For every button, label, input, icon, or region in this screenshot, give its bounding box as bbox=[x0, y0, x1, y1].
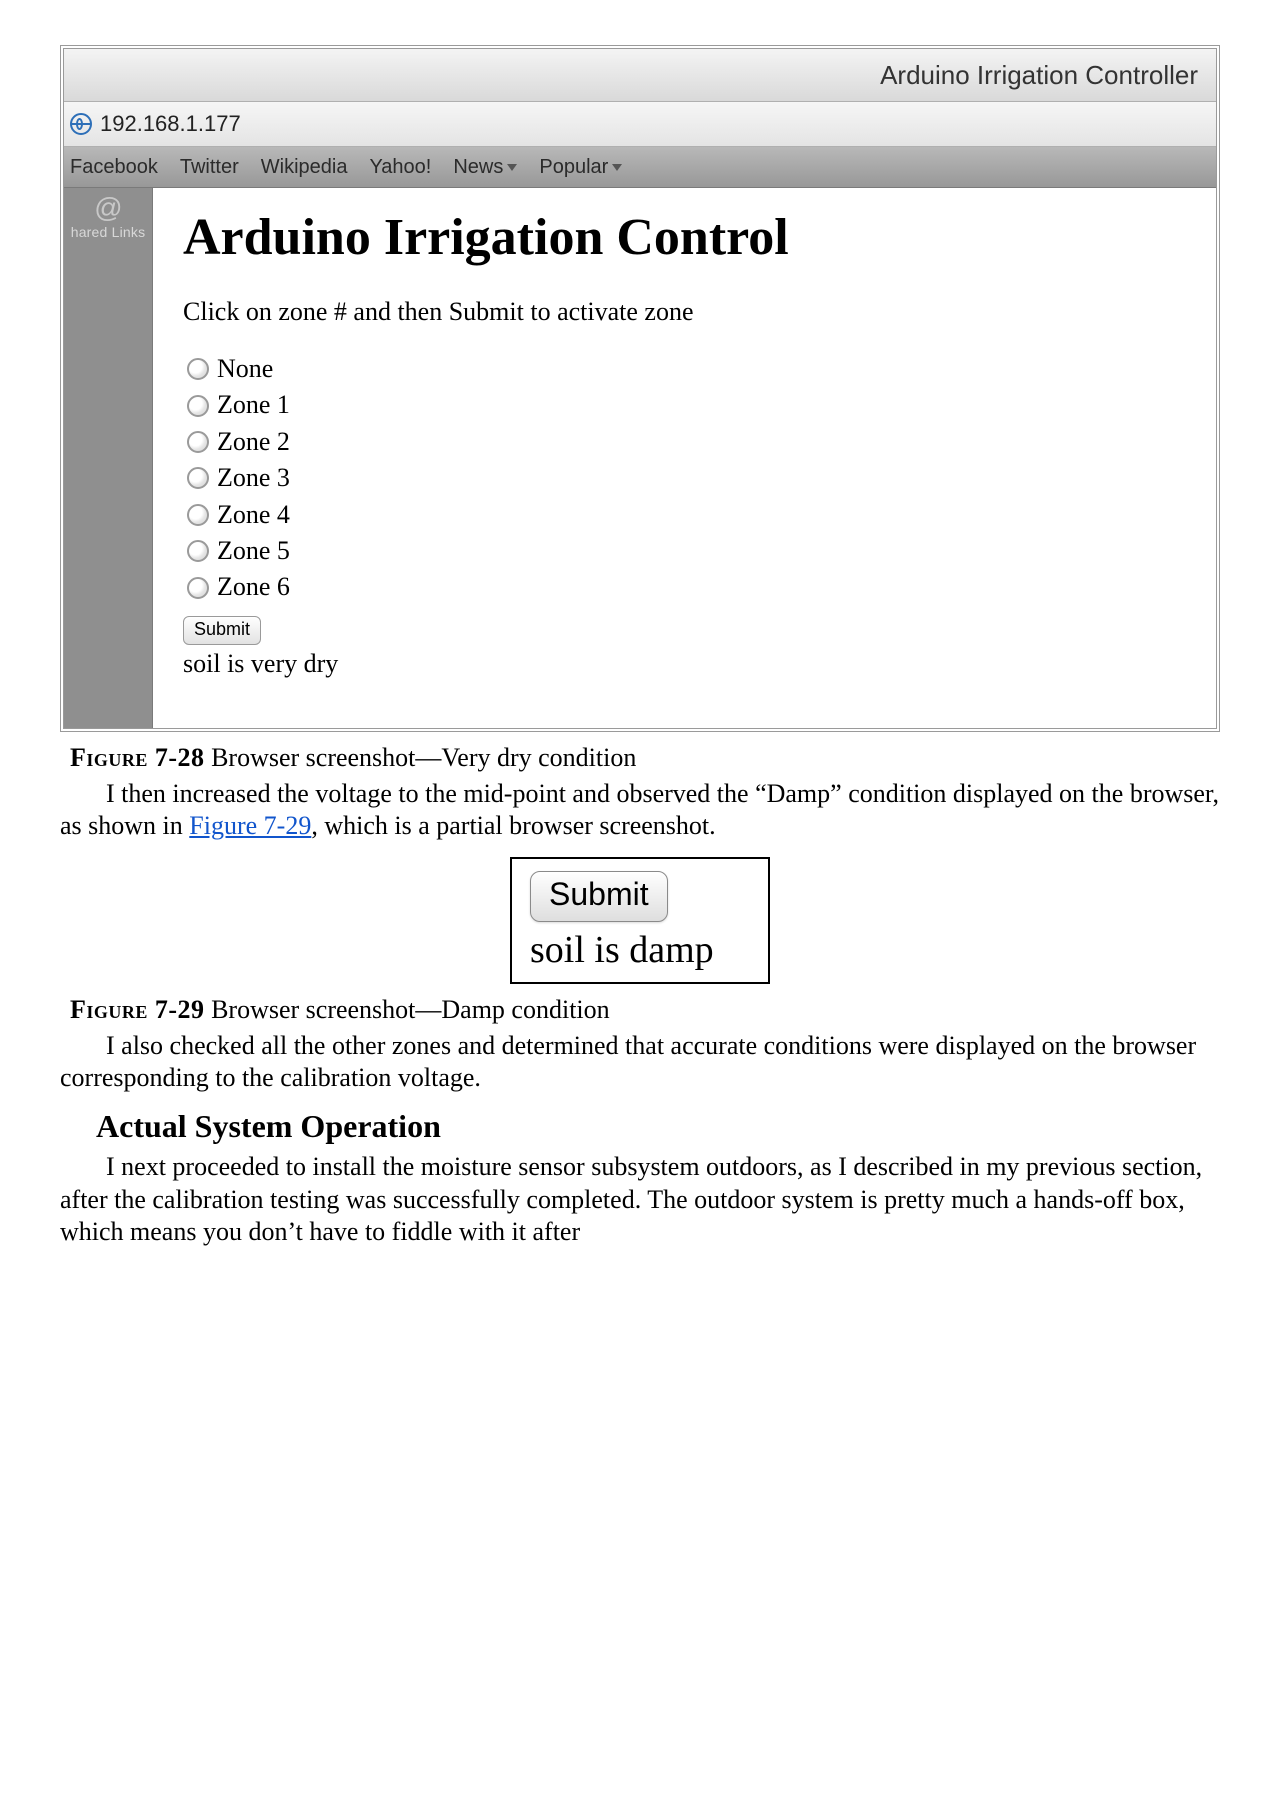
submit-button[interactable]: Submit bbox=[183, 616, 261, 645]
page-heading: Arduino Irrigation Control bbox=[183, 208, 1186, 267]
radio-icon bbox=[187, 395, 209, 417]
bookmark-news[interactable]: News bbox=[453, 156, 517, 179]
bookmark-yahoo[interactable]: Yahoo! bbox=[369, 156, 431, 179]
figure-7-28-caption: Figure 7-28 Browser screenshot—Very dry … bbox=[70, 742, 1220, 774]
zone-option-label: Zone 1 bbox=[217, 387, 290, 423]
zone-option-label: Zone 4 bbox=[217, 497, 290, 533]
zone-option-3[interactable]: Zone 3 bbox=[187, 460, 1186, 496]
zone-option-6[interactable]: Zone 6 bbox=[187, 569, 1186, 605]
at-icon: @ bbox=[94, 194, 122, 222]
zone-option-label: Zone 5 bbox=[217, 533, 290, 569]
radio-icon bbox=[187, 540, 209, 562]
zone-option-2[interactable]: Zone 2 bbox=[187, 424, 1186, 460]
radio-icon bbox=[187, 577, 209, 599]
soil-status-text: soil is very dry bbox=[183, 649, 1186, 679]
url-text: 192.168.1.177 bbox=[100, 111, 241, 137]
body-paragraph: I also checked all the other zones and d… bbox=[60, 1030, 1220, 1094]
bookmark-facebook[interactable]: Facebook bbox=[70, 156, 158, 179]
sidebar-shared-links-label: hared Links bbox=[71, 224, 146, 240]
figure-7-29-link[interactable]: Figure 7-29 bbox=[189, 811, 311, 840]
soil-status-text: soil is damp bbox=[530, 928, 758, 972]
bookmark-popular[interactable]: Popular bbox=[539, 156, 622, 179]
page-instruction: Click on zone # and then Submit to activ… bbox=[183, 297, 1186, 327]
bookmark-twitter[interactable]: Twitter bbox=[180, 156, 239, 179]
zone-option-4[interactable]: Zone 4 bbox=[187, 497, 1186, 533]
zone-option-label: Zone 3 bbox=[217, 460, 290, 496]
radio-icon bbox=[187, 431, 209, 453]
window-titlebar: Arduino Irrigation Controller bbox=[64, 49, 1216, 102]
address-bar[interactable]: 192.168.1.177 bbox=[64, 102, 1216, 147]
zone-option-label: Zone 6 bbox=[217, 569, 290, 605]
window-title: Arduino Irrigation Controller bbox=[880, 60, 1198, 91]
zone-option-1[interactable]: Zone 1 bbox=[187, 387, 1186, 423]
body-paragraph: I next proceeded to install the moisture… bbox=[60, 1151, 1220, 1248]
zone-option-label: None bbox=[217, 351, 273, 387]
radio-icon bbox=[187, 504, 209, 526]
bookmark-wikipedia[interactable]: Wikipedia bbox=[261, 156, 348, 179]
section-heading-actual-system-operation: Actual System Operation bbox=[96, 1108, 1220, 1145]
figure-7-29-partial-screenshot: Submit soil is damp bbox=[510, 857, 770, 984]
figure-7-28-browser-window: Arduino Irrigation Controller 192.168.1.… bbox=[60, 45, 1220, 732]
bookmarks-bar: Facebook Twitter Wikipedia Yahoo! News P… bbox=[64, 147, 1216, 188]
chevron-down-icon bbox=[507, 164, 517, 171]
zone-option-5[interactable]: Zone 5 bbox=[187, 533, 1186, 569]
submit-button[interactable]: Submit bbox=[530, 871, 668, 922]
globe-icon bbox=[70, 113, 92, 135]
body-paragraph: I then increased the voltage to the mid-… bbox=[60, 778, 1220, 842]
chevron-down-icon bbox=[612, 164, 622, 171]
page-content: Arduino Irrigation Control Click on zone… bbox=[153, 188, 1216, 728]
figure-7-29-caption: Figure 7-29 Browser screenshot—Damp cond… bbox=[70, 994, 1220, 1026]
zone-option-label: Zone 2 bbox=[217, 424, 290, 460]
browser-sidebar: @ hared Links bbox=[64, 188, 153, 728]
radio-icon bbox=[187, 358, 209, 380]
zone-option-none[interactable]: None bbox=[187, 351, 1186, 387]
radio-icon bbox=[187, 467, 209, 489]
